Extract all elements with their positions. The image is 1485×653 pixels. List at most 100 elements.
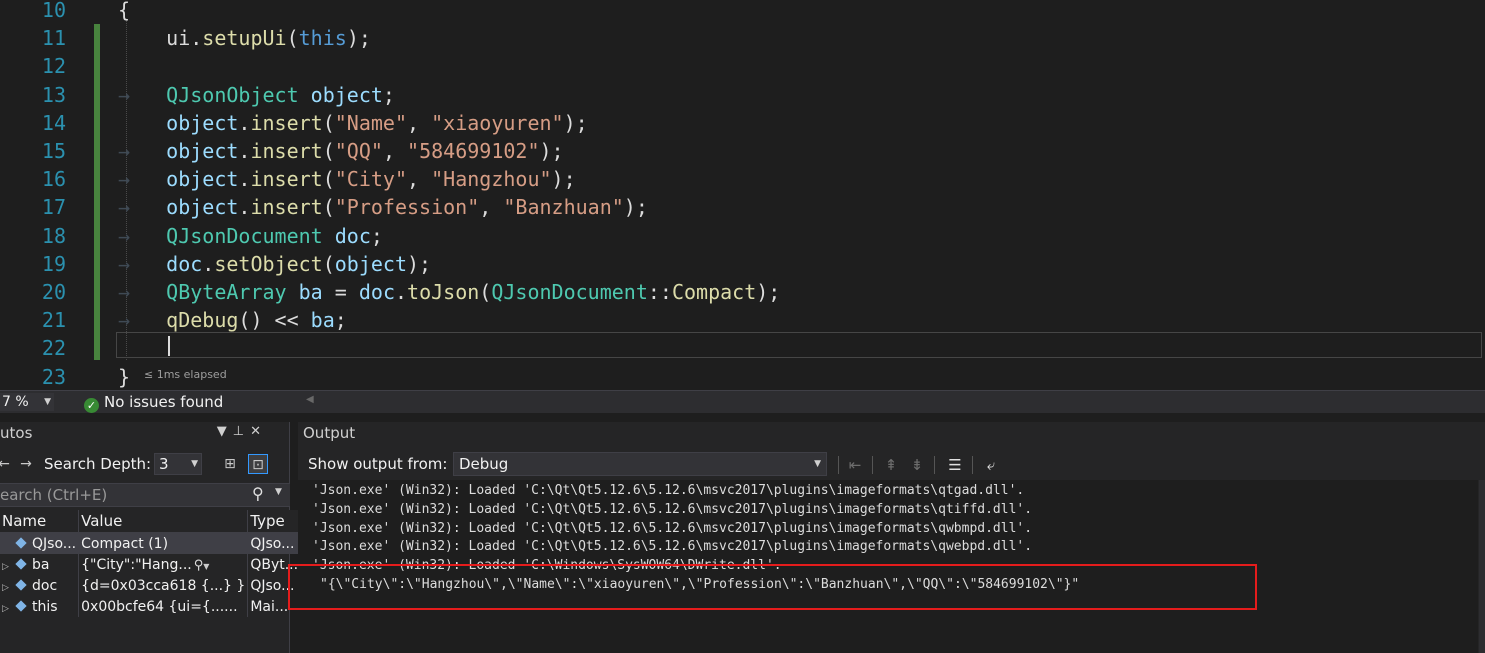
line-code: → QByteArray ba = doc.toJson(QJsonDocume…	[118, 278, 780, 306]
code-token: .	[238, 110, 251, 135]
output-text-area[interactable]: 'Json.exe' (Win32): Loaded 'C:\Qt\Qt5.12…	[288, 480, 1478, 653]
code-token: object	[166, 167, 239, 192]
window-menu-chevron-icon[interactable]: ▼	[217, 424, 233, 439]
column-header-name[interactable]: Name	[0, 510, 80, 533]
code-token: );	[407, 251, 432, 276]
autos-cell-value[interactable]: Compact (1)	[78, 532, 249, 554]
magnifier-icon[interactable]: ⚲	[194, 558, 204, 573]
text-caret	[168, 336, 170, 356]
autos-search-box: ⚲ ▼	[0, 483, 290, 507]
output-source-dropdown[interactable]: Debug ▼	[453, 452, 827, 476]
autos-row[interactable]: ▷ this 0x00bcfe64 {ui={...... Mai...	[0, 596, 302, 617]
output-pane: Output Show output from: Debug ▼ ⇤ ⇞ ⇟ ☰…	[288, 422, 1485, 653]
code-line[interactable]: 11 ui.setupUi(this);	[0, 24, 1485, 52]
variable-icon	[15, 536, 27, 549]
expand-arrow-icon[interactable]: ▷	[2, 583, 14, 593]
search-depth-dropdown[interactable]: 3 ▼	[154, 453, 202, 475]
autos-search-input[interactable]	[0, 485, 240, 505]
line-number: 22	[41, 336, 66, 361]
code-line[interactable]: 12	[0, 52, 1485, 80]
code-token: "Name"	[334, 110, 408, 135]
code-token: ;	[334, 308, 347, 333]
line-number: 17	[41, 195, 66, 220]
code-token: (	[322, 251, 335, 276]
code-token: (	[286, 26, 299, 51]
code-token: .	[202, 251, 215, 276]
column-header-value[interactable]: Value	[78, 510, 249, 533]
code-token: QJsonDocument	[491, 280, 648, 304]
tab-marker: →	[118, 82, 167, 107]
pane-controls: ▼⊥✕	[217, 424, 267, 439]
line-code: → object.insert("QQ", "584699102");	[118, 137, 564, 165]
line-code: }	[118, 363, 130, 390]
forward-arrow-icon[interactable]: →	[16, 454, 36, 474]
code-line[interactable]: 10 {	[0, 0, 1485, 24]
code-line[interactable]: 15 → object.insert("QQ", "584699102");	[0, 137, 1485, 165]
tab-marker: →	[118, 139, 167, 163]
search-icon[interactable]: ⚲	[252, 484, 264, 503]
code-token: .	[238, 139, 251, 163]
perf-tip-elapsed: ≤ 1ms elapsed	[144, 368, 227, 381]
scroll-left-arrow-icon[interactable]: ◀	[306, 394, 314, 405]
autos-row[interactable]: QJso... Compact (1) QJso...	[0, 532, 302, 554]
output-vertical-scrollbar[interactable]	[1479, 480, 1485, 653]
code-token: "Profession"	[334, 195, 480, 220]
code-token: );	[623, 195, 648, 220]
line-code: → qDebug() << ba;	[118, 306, 347, 334]
line-number: 13	[41, 82, 66, 107]
toolbar-separator	[934, 456, 935, 474]
red-highlight-annotation	[288, 564, 1257, 610]
autos-row[interactable]: ▷ doc {d=0x03cca618 {...} } QJso...	[0, 575, 302, 596]
code-line[interactable]: 13 → QJsonObject object;	[0, 81, 1485, 109]
code-token: .	[238, 167, 251, 192]
tab-marker: →	[118, 280, 167, 304]
autos-cell-value[interactable]: 0x00bcfe64 {ui={......	[78, 596, 249, 617]
code-token: QByteArray	[166, 280, 287, 304]
code-token: "584699102"	[407, 139, 540, 163]
code-token: );	[756, 280, 781, 304]
zoom-level-dropdown[interactable]: 7 % ▼	[0, 393, 54, 411]
variable-name: this	[32, 598, 58, 615]
code-line[interactable]: 22	[0, 334, 1485, 362]
code-line[interactable]: 21 → qDebug() << ba;	[0, 306, 1485, 334]
autos-cell-value[interactable]: {d=0x03cca618 {...} }	[78, 575, 249, 596]
autos-row[interactable]: ▷ ba {"City":"Hang... ⚲▼ QByt...	[0, 554, 302, 575]
format-icon[interactable]: ⊞	[220, 454, 240, 474]
code-token: "City"	[334, 167, 408, 192]
close-icon[interactable]: ✕	[250, 424, 267, 439]
code-token: (	[322, 139, 335, 163]
code-token: insert	[250, 167, 323, 192]
code-token: );	[539, 139, 564, 163]
column-header-type[interactable]: Type	[247, 510, 302, 533]
code-line[interactable]: 18 → QJsonDocument doc;	[0, 222, 1485, 250]
code-line[interactable]: 14 object.insert("Name", "xiaoyuren");	[0, 109, 1485, 137]
line-number: 10	[41, 0, 66, 22]
code-line[interactable]: 17 → object.insert("Profession", "Banzhua…	[0, 193, 1485, 221]
find-message-in-code-icon[interactable]: ⇤	[844, 454, 866, 476]
back-arrow-icon[interactable]: ←	[0, 454, 14, 474]
issues-indicator[interactable]: ✓ No issues found	[84, 392, 223, 413]
variable-name: QJso...	[32, 535, 77, 552]
code-line[interactable]: 19 → doc.setObject(object);	[0, 250, 1485, 278]
code-token: Compact	[671, 280, 757, 304]
next-message-icon[interactable]: ⇟	[906, 454, 928, 476]
visualizer-chevron-icon[interactable]: ▼	[203, 562, 209, 571]
zoom-level-value: 7 %	[2, 394, 29, 410]
code-line[interactable]: 20 → QByteArray ba = doc.toJson(QJsonDocu…	[0, 278, 1485, 306]
expand-arrow-icon[interactable]: ▷	[2, 604, 14, 614]
expand-arrow-icon[interactable]: ▷	[2, 562, 14, 572]
autos-cell-value[interactable]: {"City":"Hang... ⚲▼	[78, 554, 249, 575]
chevron-down-icon[interactable]: ▼	[275, 487, 282, 497]
line-code: ui.setupUi(this);	[118, 24, 371, 52]
clear-all-icon[interactable]: ☰	[944, 454, 966, 476]
code-editor[interactable]: 10{11 ui.setupUi(this); 12 13 → QJsonObject…	[0, 0, 1485, 390]
tab-view-icon[interactable]: ⊡	[248, 454, 268, 474]
previous-message-icon[interactable]: ⇞	[880, 454, 902, 476]
code-token: insert	[250, 110, 323, 135]
word-wrap-icon[interactable]: ⤶	[980, 454, 1002, 476]
pin-icon[interactable]: ⊥	[233, 424, 250, 439]
code-line[interactable]: 16 → object.insert("City", "Hangzhou");	[0, 165, 1485, 193]
variable-name: ba	[32, 556, 50, 573]
code-token: ,	[479, 195, 504, 220]
